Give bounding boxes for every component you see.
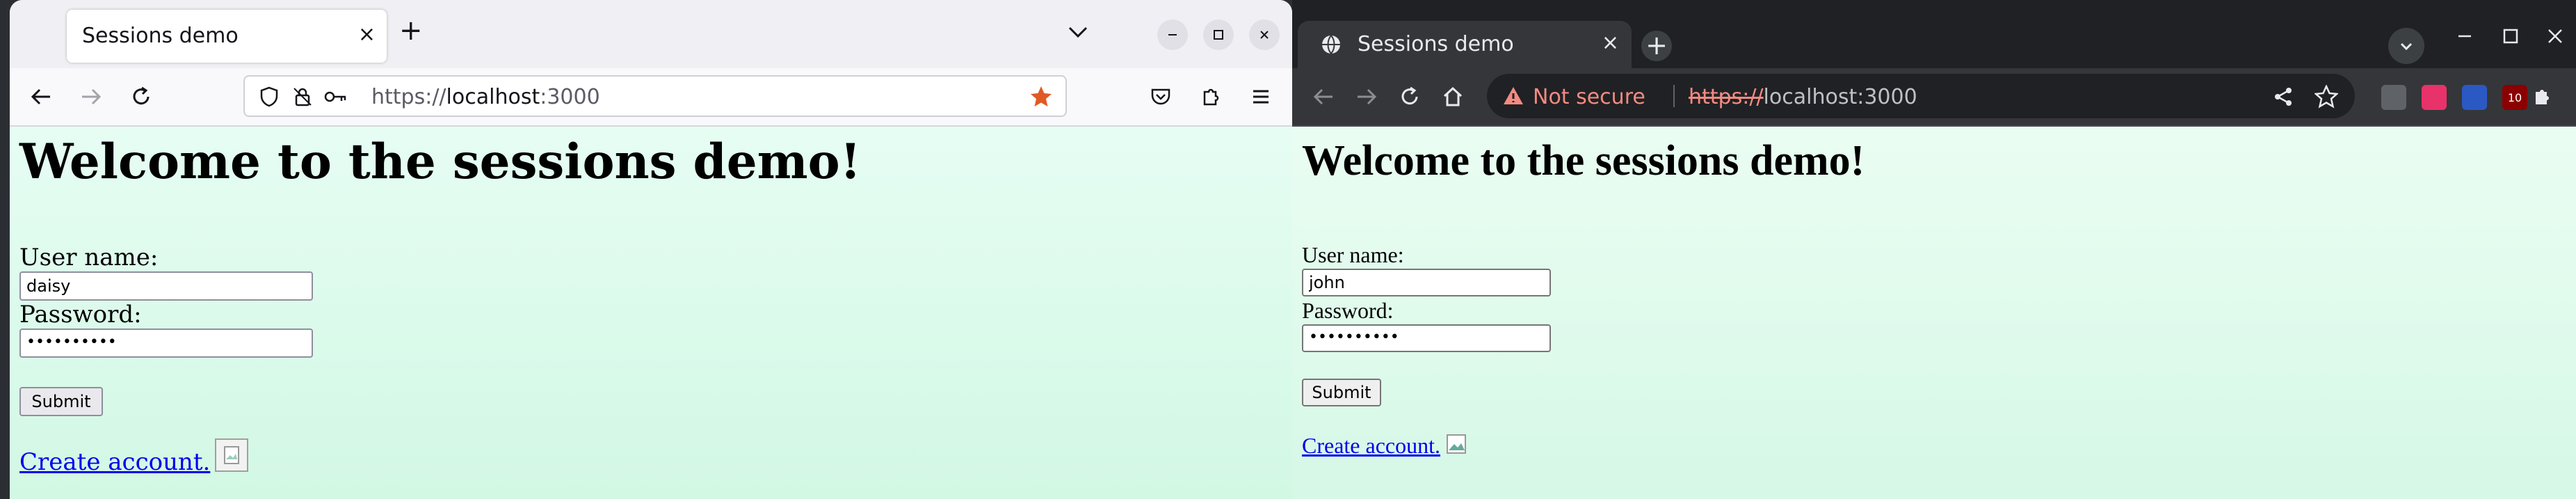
not-secure-label: Not secure bbox=[1533, 85, 1645, 109]
firefox-page-content: Welcome to the sessions demo! User name:… bbox=[10, 127, 1292, 499]
tab-title: Sessions demo bbox=[1358, 32, 1514, 56]
password-label: Password: bbox=[1302, 298, 1394, 323]
reload-icon[interactable] bbox=[1395, 82, 1424, 111]
firefox-tab-sessions-demo[interactable]: Sessions demo × bbox=[67, 10, 387, 63]
back-arrow-icon[interactable] bbox=[1309, 82, 1338, 111]
extension-icon-1[interactable] bbox=[2381, 85, 2406, 110]
page-title: Welcome to the sessions demo! bbox=[1302, 137, 1865, 184]
page-title: Welcome to the sessions demo! bbox=[19, 134, 861, 190]
firefox-tab-bar: Sessions demo × + bbox=[10, 0, 1292, 68]
create-account-link[interactable]: Create account. bbox=[19, 448, 210, 476]
username-label: User name: bbox=[1302, 242, 1404, 267]
create-account-link[interactable]: Create account. bbox=[1302, 433, 1440, 459]
extensions-icon[interactable] bbox=[1196, 82, 1225, 111]
plus-icon[interactable]: + bbox=[399, 17, 423, 45]
username-input[interactable] bbox=[19, 271, 313, 301]
password-label: Password: bbox=[19, 301, 142, 328]
puzzle-icon[interactable] bbox=[2527, 82, 2557, 111]
warning-icon[interactable] bbox=[1502, 85, 1524, 107]
firefox-window: Sessions demo × + https://localhost:3000… bbox=[10, 0, 1292, 499]
username-label: User name: bbox=[19, 244, 159, 271]
forward-arrow-icon[interactable] bbox=[1352, 82, 1381, 111]
globe-icon bbox=[1320, 33, 1342, 56]
maximize-icon[interactable] bbox=[1203, 19, 1234, 50]
reload-icon[interactable] bbox=[127, 82, 156, 111]
key-icon[interactable] bbox=[321, 82, 351, 111]
extension-icon-3[interactable] bbox=[2462, 85, 2487, 110]
broken-image-icon bbox=[1445, 433, 1469, 457]
forward-arrow-icon[interactable] bbox=[77, 82, 106, 111]
chrome-tab-sessions-demo[interactable]: Sessions demo × bbox=[1298, 21, 1632, 68]
address-bar[interactable]: Not secure https://localhost:3000 bbox=[1487, 74, 2355, 118]
minimize-icon[interactable] bbox=[2455, 26, 2474, 52]
bookmark-star-icon[interactable] bbox=[1027, 82, 1056, 111]
tab-title: Sessions demo bbox=[82, 24, 239, 48]
pocket-icon[interactable] bbox=[1146, 82, 1175, 111]
omnibox-separator bbox=[1673, 85, 1675, 107]
maximize-icon[interactable] bbox=[2501, 26, 2520, 52]
plus-icon[interactable]: + bbox=[1641, 31, 1672, 61]
submit-button[interactable]: Submit bbox=[1302, 379, 1381, 406]
close-icon[interactable]: × bbox=[358, 22, 376, 47]
close-icon[interactable]: × bbox=[1602, 31, 1619, 55]
minimize-icon[interactable] bbox=[1157, 19, 1188, 50]
close-window-icon[interactable] bbox=[1249, 19, 1280, 50]
extension-icon-2[interactable] bbox=[2422, 85, 2447, 110]
home-icon[interactable] bbox=[1438, 82, 1467, 111]
password-input[interactable]: •••••••••• bbox=[1302, 324, 1551, 352]
menu-icon[interactable] bbox=[1246, 82, 1275, 111]
tab-search-icon[interactable] bbox=[2388, 28, 2424, 64]
firefox-nav-toolbar: https://localhost:3000 bbox=[10, 68, 1292, 127]
chrome-nav-toolbar: Not secure https://localhost:3000 10 bbox=[1292, 68, 2576, 127]
chrome-tab-bar: Sessions demo × + bbox=[1292, 0, 2576, 68]
username-input[interactable] bbox=[1302, 269, 1551, 296]
bookmark-star-icon[interactable] bbox=[2312, 82, 2341, 111]
extension-badge-icon[interactable]: 10 bbox=[2502, 85, 2527, 110]
submit-button[interactable]: Submit bbox=[19, 387, 103, 416]
lock-icon[interactable] bbox=[288, 82, 317, 111]
chrome-page-content: Welcome to the sessions demo! User name:… bbox=[1292, 127, 2576, 499]
chrome-window: Sessions demo × + Not secure https://loc… bbox=[1292, 0, 2576, 499]
close-window-icon[interactable] bbox=[2545, 26, 2565, 52]
address-bar[interactable]: https://localhost:3000 bbox=[243, 75, 1067, 117]
broken-image-icon bbox=[215, 438, 248, 472]
back-arrow-icon[interactable] bbox=[26, 82, 56, 111]
password-input[interactable]: •••••••••• bbox=[19, 328, 313, 358]
shield-icon[interactable] bbox=[255, 82, 284, 111]
url-text: https://localhost:3000 bbox=[371, 85, 600, 109]
chevron-down-icon[interactable] bbox=[1065, 19, 1090, 45]
url-text: https://localhost:3000 bbox=[1689, 85, 1917, 109]
share-icon[interactable] bbox=[2269, 82, 2298, 111]
